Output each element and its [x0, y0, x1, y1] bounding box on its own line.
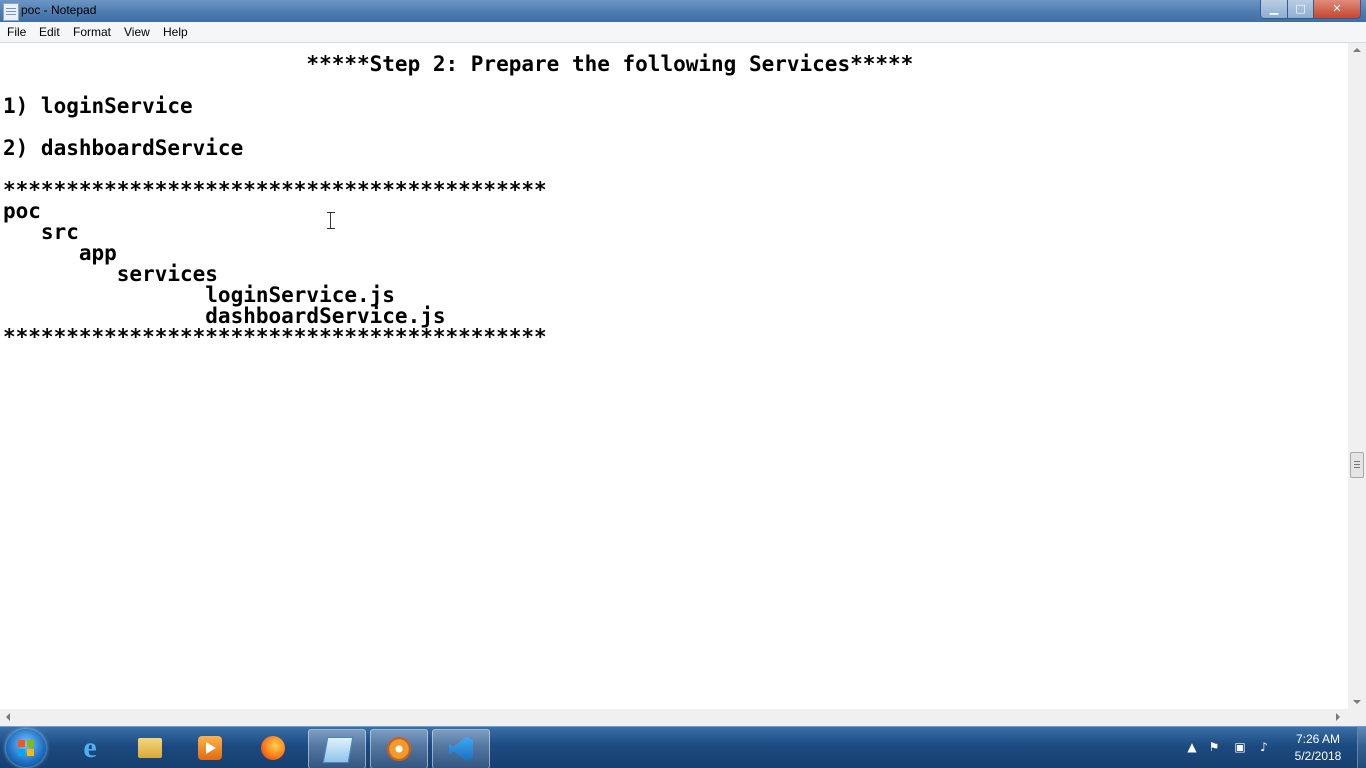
taskbar: e ▲ ⚑ ▣ ♪ 7:26 AM 5/2/2018 [0, 726, 1366, 768]
clock-date: 5/2/2018 [1294, 749, 1342, 763]
network-icon[interactable]: ▣ [1233, 740, 1247, 754]
menu-edit[interactable]: Edit [39, 25, 60, 39]
media-player-icon [198, 736, 222, 760]
folder-icon [138, 738, 162, 758]
taskbar-firefox[interactable] [245, 729, 301, 767]
menu-file[interactable]: File [7, 25, 26, 39]
text-line: 2) dashboardService [3, 136, 244, 160]
minimize-button[interactable]: ▁ [1260, 0, 1288, 19]
windows-logo-icon [18, 740, 34, 756]
document-text[interactable]: *****Step 2: Prepare the following Servi… [3, 54, 913, 348]
action-center-icon[interactable]: ⚑ [1207, 740, 1221, 754]
scroll-down-icon[interactable] [1353, 700, 1361, 704]
text-line: ****************************************… [3, 325, 547, 349]
taskbar-media-player[interactable] [182, 729, 238, 767]
text-editor[interactable]: *****Step 2: Prepare the following Servi… [0, 43, 1348, 709]
taskbar-internet-explorer[interactable]: e [62, 729, 118, 767]
volume-icon[interactable]: ♪ [1257, 740, 1271, 754]
firefox-icon [261, 736, 285, 760]
flower-icon [387, 737, 411, 761]
vertical-scroll-thumb[interactable] [1350, 452, 1364, 478]
taskbar-visual-studio-code[interactable] [432, 729, 490, 768]
ibeam-cursor-icon [327, 212, 335, 229]
menu-view[interactable]: View [124, 25, 150, 39]
window-title: poc - Notepad [21, 3, 97, 17]
show-hidden-icons-icon[interactable]: ▲ [1185, 740, 1199, 754]
vertical-scrollbar[interactable] [1348, 43, 1366, 709]
scroll-up-icon[interactable] [1353, 48, 1361, 52]
title-bar[interactable]: poc - Notepad ▁ □ ✕ [0, 0, 1366, 22]
scroll-left-icon[interactable] [6, 713, 10, 721]
text-line: ****************************************… [3, 178, 547, 202]
scrollbar-corner [1348, 709, 1366, 726]
scroll-right-icon[interactable] [1336, 713, 1340, 721]
menu-bar: File Edit Format View Help [0, 22, 1366, 43]
horizontal-scrollbar[interactable] [0, 709, 1348, 726]
start-button[interactable] [6, 729, 46, 767]
taskbar-file-explorer[interactable] [122, 729, 178, 767]
close-button[interactable]: ✕ [1313, 0, 1361, 19]
taskbar-app[interactable] [370, 729, 428, 768]
menu-format[interactable]: Format [73, 25, 111, 39]
vscode-icon [449, 737, 473, 761]
clock[interactable]: 7:26 AM 5/2/2018 [1283, 731, 1353, 765]
clock-time: 7:26 AM [1295, 732, 1341, 746]
text-line: 1) loginService [3, 94, 193, 118]
menu-help[interactable]: Help [163, 25, 188, 39]
maximize-button[interactable]: □ [1287, 0, 1314, 19]
notepad-app-icon[interactable] [3, 3, 19, 21]
taskbar-notepad[interactable] [308, 729, 366, 768]
ie-icon: e [83, 731, 97, 764]
notepad-icon [322, 737, 354, 763]
show-desktop-button[interactable] [1357, 727, 1366, 768]
text-line: *****Step 2: Prepare the following Servi… [3, 52, 914, 76]
